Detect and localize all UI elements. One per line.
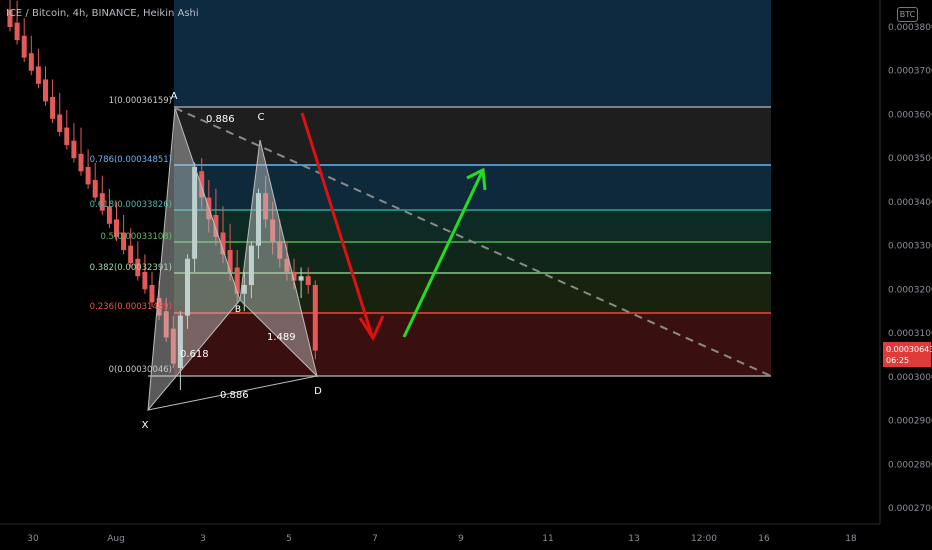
candle [64, 110, 70, 150]
time-tick: 5 [286, 534, 292, 544]
candle [142, 254, 148, 294]
ratio-ab: 0.618 [180, 349, 209, 360]
ratio-cd: 1.489 [267, 332, 296, 343]
point-c: C [258, 112, 265, 123]
zone-upper-blue [174, 0, 771, 107]
point-d: D [314, 386, 322, 397]
candle [28, 35, 34, 76]
price-tick: 0.00037000 [888, 67, 932, 77]
current-price: 0.00030643 [886, 345, 932, 354]
time-tick: 18 [845, 534, 857, 544]
price-tick: 0.00028000 [888, 460, 932, 470]
fib-label-382: 0.382(0.00032391) [90, 263, 172, 273]
time-tick: 12:00 [691, 534, 717, 544]
ratio-bc: 0.886 [206, 114, 235, 125]
price-tick: 0.00029000 [888, 417, 932, 427]
time-tick: 3 [200, 534, 206, 544]
price-tick: 0.00032000 [888, 285, 932, 295]
fib-label-5: 0.5(0.00033108) [100, 232, 172, 242]
point-a: A [171, 91, 178, 102]
ratio-xd: 0.886 [220, 390, 249, 401]
candle [135, 241, 141, 281]
fib-label-618: 0.618(0.00033826) [90, 200, 172, 210]
candle [50, 79, 56, 124]
candle [21, 18, 27, 62]
fib-label-1: 1(0.00036159) [109, 96, 172, 106]
current-price-tag: 0.00030643 06:25 [883, 342, 932, 367]
fib-label-0: 0(0.00030046) [109, 365, 172, 375]
symbol-title: ICE / Bitcoin, 4h, BINANCE, Heikin Ashi [6, 8, 199, 19]
currency-badge[interactable]: BTC [897, 7, 918, 22]
bar-countdown: 06:25 [886, 356, 910, 365]
fib-label-236: 0.236(0.00031489) [90, 302, 172, 312]
price-chart[interactable]: 1(0.00036159) 0.786(0.00034851) 0.618(0.… [0, 0, 932, 550]
point-b: B [235, 305, 241, 315]
chart-window[interactable]: 1(0.00036159) 0.786(0.00034851) 0.618(0.… [0, 0, 932, 550]
time-tick: 13 [628, 534, 639, 544]
fib-label-786: 0.786(0.00034851) [90, 155, 172, 165]
price-tick: 0.00035000 [888, 154, 932, 164]
candle [78, 127, 84, 176]
time-tick: 30 [27, 534, 39, 544]
price-tick: 0.00038000 [888, 23, 932, 33]
time-tick: 7 [372, 534, 378, 544]
price-tick: 0.00027000 [888, 504, 932, 514]
price-tick: 0.00036000 [888, 110, 932, 120]
time-tick: 9 [458, 534, 464, 544]
time-axis[interactable]: 30 Aug 3 5 7 9 11 13 12:00 16 18 [0, 523, 880, 544]
candle [92, 162, 98, 202]
candle [312, 280, 318, 360]
time-tick: 11 [542, 534, 553, 544]
price-tick: 0.00033000 [888, 242, 932, 252]
candle [71, 123, 77, 163]
candle [43, 66, 48, 106]
price-tick: 0.00031000 [888, 329, 932, 339]
candle [57, 92, 63, 137]
time-tick: 16 [758, 534, 770, 544]
price-tick: 0.00034000 [888, 198, 932, 208]
price-axis[interactable]: 0.00038000 0.00037000 0.00036000 0.00035000… [879, 0, 932, 524]
time-tick: Aug [107, 534, 125, 544]
fib-retracement[interactable] [148, 0, 771, 377]
price-tick: 0.00030000 [888, 373, 932, 383]
candle [35, 48, 41, 89]
point-x: X [142, 420, 149, 431]
